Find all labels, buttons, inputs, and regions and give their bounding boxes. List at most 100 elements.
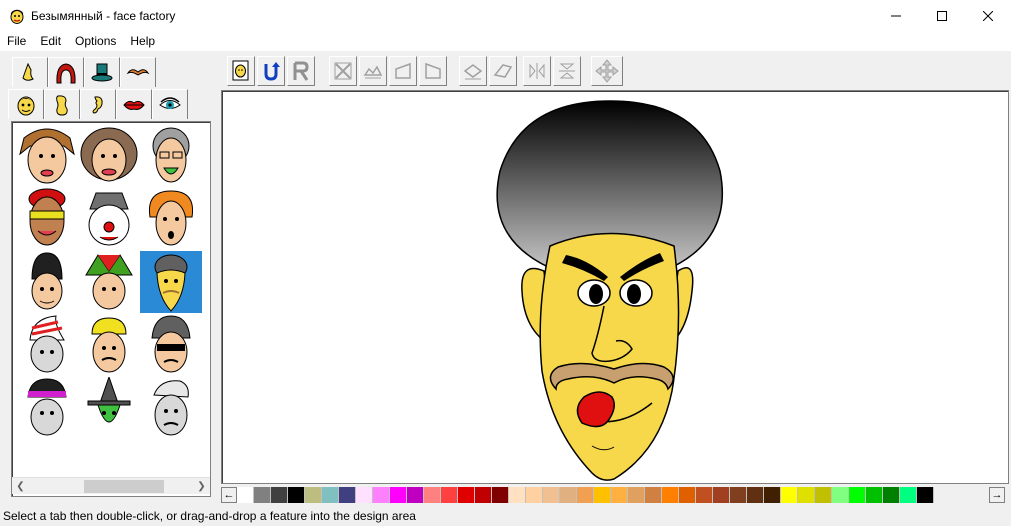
redo-button[interactable] <box>287 56 315 86</box>
color-swatch[interactable] <box>560 487 577 503</box>
color-swatch[interactable] <box>543 487 560 503</box>
face-shape[interactable] <box>539 232 680 481</box>
flip-4-button[interactable] <box>419 56 447 86</box>
color-swatch[interactable] <box>730 487 747 503</box>
color-swatch[interactable] <box>900 487 917 503</box>
face-option[interactable] <box>78 314 140 376</box>
minimize-button[interactable] <box>873 0 919 31</box>
color-swatch[interactable] <box>356 487 373 503</box>
close-button[interactable] <box>965 0 1011 31</box>
color-swatch[interactable] <box>781 487 798 503</box>
face-option[interactable] <box>140 314 202 376</box>
flip-1-button[interactable] <box>329 56 357 86</box>
color-swatch[interactable] <box>798 487 815 503</box>
face-option[interactable] <box>78 377 140 439</box>
design-area[interactable] <box>221 90 1009 484</box>
color-swatch[interactable] <box>458 487 475 503</box>
rotate-2-button[interactable] <box>489 56 517 86</box>
rotate-1-icon <box>463 64 483 80</box>
face-option[interactable] <box>140 187 202 249</box>
color-swatch[interactable] <box>390 487 407 503</box>
tab-face[interactable] <box>8 89 44 119</box>
head-shape-icon <box>56 94 68 116</box>
color-swatch[interactable] <box>492 487 509 503</box>
color-swatch[interactable] <box>594 487 611 503</box>
palette-scrollbar[interactable]: ❮ ❯ <box>12 477 210 494</box>
face-option[interactable] <box>16 314 78 376</box>
color-swatch[interactable] <box>696 487 713 503</box>
color-swatch[interactable] <box>747 487 764 503</box>
face-option[interactable] <box>16 377 78 439</box>
tab-lips[interactable] <box>116 89 152 119</box>
scrollbar-thumb[interactable] <box>84 480 164 493</box>
tab-hair[interactable] <box>48 57 84 87</box>
color-swatch[interactable] <box>526 487 543 503</box>
color-swatch[interactable] <box>866 487 883 503</box>
color-swatch[interactable] <box>271 487 288 503</box>
color-swatch[interactable] <box>815 487 832 503</box>
flip-3-button[interactable] <box>389 56 417 86</box>
hat-icon <box>91 63 113 81</box>
title-bar: Безымянный - face factory <box>0 0 1011 31</box>
mirror-2-button[interactable] <box>553 56 581 86</box>
color-swatch[interactable] <box>237 487 254 503</box>
rotate-1-button[interactable] <box>459 56 487 86</box>
color-swatch[interactable] <box>849 487 866 503</box>
color-swatch[interactable] <box>577 487 594 503</box>
color-scroll-right-arrow[interactable]: → <box>989 487 1005 503</box>
scroll-right-arrow[interactable]: ❯ <box>193 478 210 495</box>
color-swatch[interactable] <box>713 487 730 503</box>
color-swatch[interactable] <box>764 487 781 503</box>
tab-eye[interactable] <box>152 89 188 119</box>
scroll-left-arrow[interactable]: ❮ <box>12 478 29 495</box>
color-swatch[interactable] <box>509 487 526 503</box>
tab-hat[interactable] <box>84 57 120 87</box>
face-option[interactable] <box>78 124 140 186</box>
face-option-selected[interactable] <box>140 251 202 313</box>
color-swatch[interactable] <box>611 487 628 503</box>
mirror-2-icon <box>559 63 575 79</box>
color-swatch[interactable] <box>288 487 305 503</box>
color-swatch[interactable] <box>917 487 934 503</box>
color-swatch[interactable] <box>339 487 356 503</box>
menu-options[interactable]: Options <box>68 31 123 51</box>
color-swatch[interactable] <box>475 487 492 503</box>
face-option[interactable] <box>16 251 78 313</box>
color-swatch[interactable] <box>441 487 458 503</box>
tab-nose[interactable] <box>12 57 48 87</box>
face-option[interactable] <box>16 124 78 186</box>
color-scroll-left-arrow[interactable]: ← <box>221 487 237 503</box>
maximize-button[interactable] <box>919 0 965 31</box>
face-option[interactable] <box>140 124 202 186</box>
color-swatch[interactable] <box>407 487 424 503</box>
color-swatch[interactable] <box>305 487 322 503</box>
tab-mustache[interactable] <box>120 57 156 87</box>
feature-palette[interactable] <box>11 121 211 497</box>
color-swatch[interactable] <box>373 487 390 503</box>
new-face-button[interactable] <box>227 56 255 86</box>
menu-edit[interactable]: Edit <box>33 31 68 51</box>
color-swatch[interactable] <box>832 487 849 503</box>
flip-2-button[interactable] <box>359 56 387 86</box>
mirror-1-button[interactable] <box>523 56 551 86</box>
color-swatch[interactable] <box>628 487 645 503</box>
face-option[interactable] <box>16 187 78 249</box>
undo-button[interactable] <box>257 56 285 86</box>
mirror-1-icon <box>529 63 545 79</box>
color-swatch[interactable] <box>662 487 679 503</box>
menu-file[interactable]: File <box>0 31 33 51</box>
move-button[interactable] <box>591 56 623 86</box>
face-option[interactable] <box>140 377 202 439</box>
color-swatch[interactable] <box>679 487 696 503</box>
tab-ear[interactable] <box>80 89 116 119</box>
color-swatch[interactable] <box>254 487 271 503</box>
color-swatch[interactable] <box>322 487 339 503</box>
color-swatch[interactable] <box>424 487 441 503</box>
color-swatch[interactable] <box>883 487 900 503</box>
face-option[interactable] <box>78 187 140 249</box>
face-option[interactable] <box>78 251 140 313</box>
tab-head-shape[interactable] <box>44 89 80 119</box>
menu-help[interactable]: Help <box>123 31 162 51</box>
face-design-canvas[interactable] <box>222 91 1008 483</box>
color-swatch[interactable] <box>645 487 662 503</box>
